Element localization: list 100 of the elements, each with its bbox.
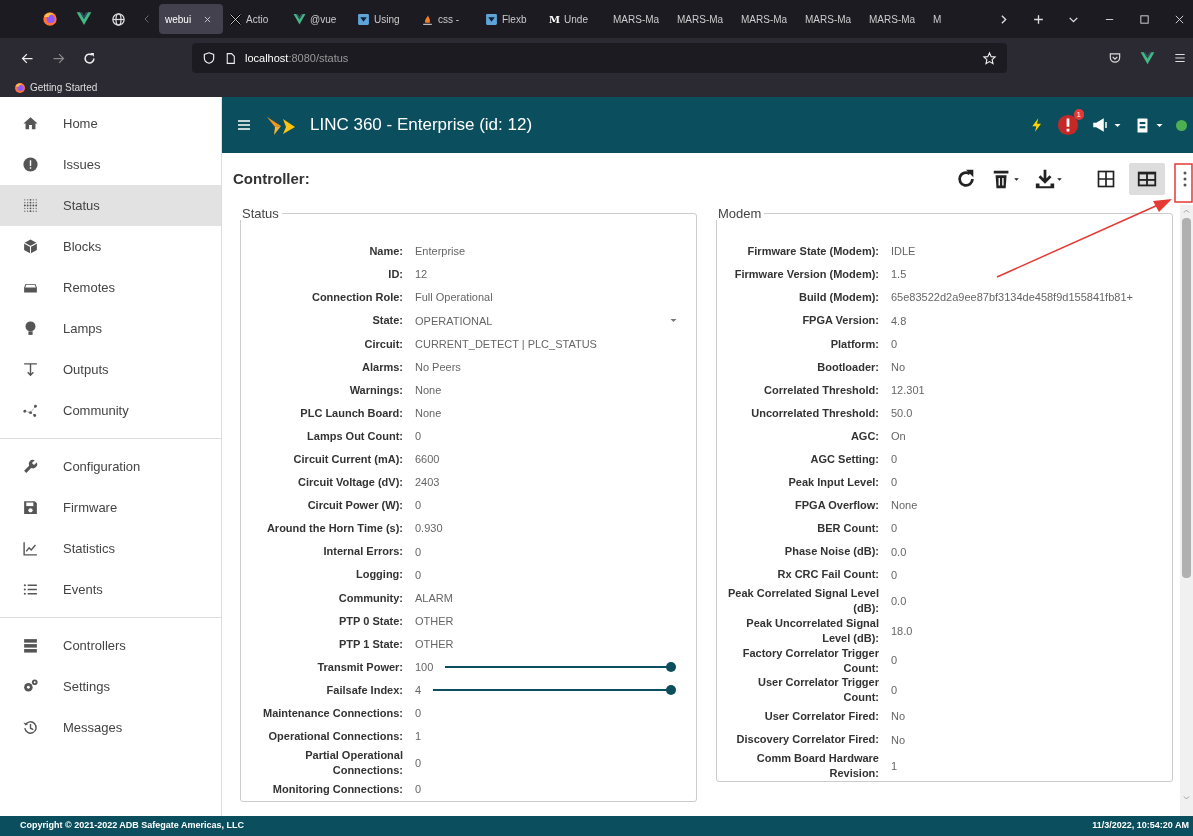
panel-title: Modem: [717, 207, 763, 220]
field-label: Warnings:: [348, 382, 403, 398]
slider-handle[interactable]: [666, 685, 676, 696]
sidebar-item[interactable]: Blocks: [0, 226, 221, 267]
history-icon: [22, 719, 39, 736]
field-label: Comm Board Hardware Revision:: [755, 751, 879, 782]
megaphone-icon[interactable]: [1091, 116, 1109, 134]
firefox-icon[interactable]: [42, 11, 58, 27]
timestamp: 11/3/2022, 10:54:20 AM: [1092, 819, 1189, 833]
network-icon: [22, 402, 39, 419]
bookmark-link[interactable]: Getting Started: [14, 80, 98, 95]
field-label: Internal Errors:: [322, 544, 403, 560]
wrench-icon: [22, 458, 39, 475]
browser-tab[interactable]: @vue: [287, 4, 351, 34]
browser-tab[interactable]: MARS-Ma: [607, 4, 671, 34]
field-label: Operational Connections:: [267, 729, 403, 744]
sidebar-item[interactable]: Configuration: [0, 446, 221, 487]
field-label: PTP 1 State:: [338, 636, 403, 652]
scrollbar-thumb[interactable]: [1182, 218, 1191, 578]
sidebar-item[interactable]: Controllers: [0, 625, 221, 666]
field-value: Full Operational: [415, 290, 493, 306]
url-field[interactable]: localhost:8080/status: [245, 49, 349, 67]
plus-icon[interactable]: [1032, 12, 1045, 26]
split-view-button[interactable]: [1129, 163, 1165, 195]
field-value: No: [891, 359, 906, 375]
sidebar-item[interactable]: Home: [0, 103, 221, 144]
sidebar-item[interactable]: Events: [0, 569, 221, 610]
field-value: None: [415, 405, 442, 421]
field-label: Firmware Version (Modem):: [733, 267, 879, 283]
sidebar-item[interactable]: Firmware: [0, 487, 221, 528]
field-value: 0: [415, 567, 422, 583]
field-label: Community:: [337, 590, 403, 606]
field-label: Correlated Threshold:: [763, 382, 879, 398]
field-value: None: [891, 498, 918, 514]
field-label: Uncorrelated Threshold:: [750, 405, 879, 421]
field-label: State:: [371, 313, 403, 329]
maximize-icon[interactable]: [1139, 13, 1150, 25]
field-label: Platform:: [829, 336, 879, 352]
field-label: Peak Uncorrelated Signal Level (dB):: [745, 616, 879, 646]
output-arrow-icon: [22, 361, 39, 378]
field-label: Discovery Correlator Fired:: [735, 732, 879, 748]
browser-tab[interactable]: Actio: [223, 4, 287, 34]
pocket-icon[interactable]: [1108, 51, 1122, 65]
menu-icon[interactable]: [236, 117, 252, 133]
browser-tab[interactable]: MARS-Ma: [735, 4, 799, 34]
star-icon[interactable]: [982, 50, 997, 66]
sidebar-item[interactable]: Statistics: [0, 528, 221, 569]
state-select[interactable]: OPERATIONAL: [415, 312, 684, 330]
browser-tab[interactable]: M Unde: [543, 4, 607, 34]
field-value: 0.0: [891, 544, 907, 560]
slider-handle[interactable]: [666, 662, 676, 673]
reload-icon[interactable]: [82, 50, 97, 66]
field-value: 0: [415, 782, 422, 798]
sidebar-item[interactable]: Outputs: [0, 349, 221, 390]
browser-tab[interactable]: MARS-Ma: [863, 4, 927, 34]
field-value: 6600: [415, 452, 440, 468]
alert-icon: [22, 156, 39, 173]
sidebar-item[interactable]: Status: [0, 185, 221, 226]
vue-icon[interactable]: [76, 11, 92, 27]
field-value: 1: [891, 758, 898, 774]
field-value: 0.0: [891, 594, 907, 609]
sidebar-item[interactable]: Remotes: [0, 267, 221, 308]
field-label: Name:: [368, 244, 403, 259]
sidebar-item[interactable]: Lamps: [0, 308, 221, 349]
browser-tab[interactable]: Using: [351, 4, 415, 34]
dots-grid-icon: [22, 197, 39, 214]
menu-icon[interactable]: [1173, 51, 1187, 65]
field-label: AGC Setting:: [809, 451, 879, 467]
browser-tab[interactable]: MARS-Ma: [799, 4, 863, 34]
alert-icon[interactable]: [1057, 114, 1079, 136]
sidebar-item[interactable]: Community: [0, 390, 221, 431]
page-icon[interactable]: [224, 51, 237, 65]
field-label: Build (Modem):: [797, 290, 879, 306]
vue-icon[interactable]: [1140, 50, 1155, 66]
field-label: Circuit:: [363, 336, 403, 352]
field-value: 2403: [415, 475, 440, 491]
field-value: IDLE: [891, 244, 916, 260]
browser-tab[interactable]: css -: [415, 4, 479, 34]
sidebar-item[interactable]: Messages: [0, 707, 221, 748]
browser-tab[interactable]: M: [927, 4, 991, 34]
tab-favicon: M: [549, 12, 561, 27]
field-label: PTP 0 State:: [338, 613, 403, 629]
caret-icon: [1013, 175, 1020, 183]
field-value: No: [891, 732, 906, 748]
close-icon[interactable]: [203, 14, 213, 24]
browser-tab[interactable]: Flexb: [479, 4, 543, 34]
shield-icon[interactable]: [202, 51, 216, 65]
browser-tab[interactable]: webui: [159, 4, 223, 34]
browser-tab[interactable]: MARS-Ma: [671, 4, 735, 34]
field-value: 0: [891, 567, 898, 583]
cube-icon: [22, 238, 39, 255]
globe-icon[interactable]: [110, 11, 126, 27]
sidebar-item[interactable]: Issues: [0, 144, 221, 185]
field-value: 100: [415, 660, 434, 675]
close-icon[interactable]: [1174, 13, 1185, 25]
sidebar-item[interactable]: Settings: [0, 666, 221, 707]
field-value: 0: [891, 452, 898, 468]
field-label: Logging:: [354, 567, 403, 583]
field-value: 0: [891, 521, 898, 537]
field-label: Around the Horn Time (s):: [265, 521, 403, 537]
